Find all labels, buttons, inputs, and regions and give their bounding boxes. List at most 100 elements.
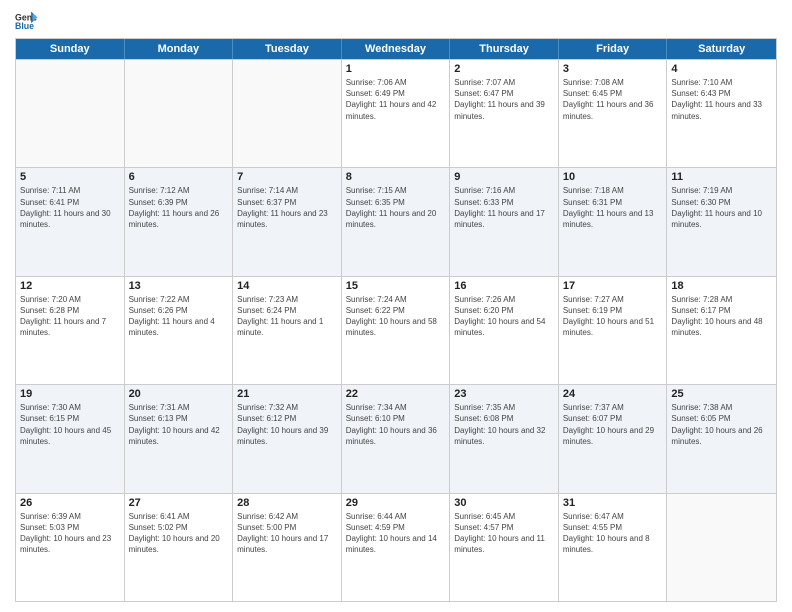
day-info: Sunrise: 7:34 AM Sunset: 6:10 PM Dayligh… bbox=[346, 402, 446, 447]
calendar-day-21: 21 Sunrise: 7:32 AM Sunset: 6:12 PM Dayli… bbox=[233, 385, 342, 492]
day-number: 3 bbox=[563, 63, 663, 75]
day-info: Sunrise: 6:39 AM Sunset: 5:03 PM Dayligh… bbox=[20, 511, 120, 556]
calendar-day-15: 15 Sunrise: 7:24 AM Sunset: 6:22 PM Dayli… bbox=[342, 277, 451, 384]
day-info: Sunrise: 7:35 AM Sunset: 6:08 PM Dayligh… bbox=[454, 402, 554, 447]
calendar-day-29: 29 Sunrise: 6:44 AM Sunset: 4:59 PM Dayli… bbox=[342, 494, 451, 601]
day-info: Sunrise: 7:07 AM Sunset: 6:47 PM Dayligh… bbox=[454, 77, 554, 122]
day-info: Sunrise: 7:20 AM Sunset: 6:28 PM Dayligh… bbox=[20, 294, 120, 339]
calendar-week-1: 5 Sunrise: 7:11 AM Sunset: 6:41 PM Daylig… bbox=[16, 167, 776, 275]
calendar-day-23: 23Sunrise: 7:35 AM Sunset: 6:08 PM Dayli… bbox=[450, 385, 559, 492]
day-info: Sunrise: 7:18 AM Sunset: 6:31 PM Dayligh… bbox=[563, 185, 663, 230]
day-number: 2 bbox=[454, 63, 554, 75]
day-header-sunday: Sunday bbox=[16, 39, 125, 59]
calendar-day-22: 22 Sunrise: 7:34 AM Sunset: 6:10 PM Dayli… bbox=[342, 385, 451, 492]
day-header-wednesday: Wednesday bbox=[342, 39, 451, 59]
calendar-day-empty bbox=[16, 60, 125, 167]
day-number: 14 bbox=[237, 280, 337, 292]
calendar-day-12: 12 Sunrise: 7:20 AM Sunset: 6:28 PM Dayli… bbox=[16, 277, 125, 384]
calendar-day-7: 7 Sunrise: 7:14 AM Sunset: 6:37 PM Daylig… bbox=[233, 168, 342, 275]
calendar-day-10: 10Sunrise: 7:18 AM Sunset: 6:31 PM Dayli… bbox=[559, 168, 668, 275]
day-number: 24 bbox=[563, 388, 663, 400]
calendar-day-31: 31 Sunrise: 6:47 AM Sunset: 4:55 PM Dayli… bbox=[559, 494, 668, 601]
calendar-body: 1 Sunrise: 7:06 AM Sunset: 6:49 PM Daylig… bbox=[16, 59, 776, 601]
calendar-day-5: 5 Sunrise: 7:11 AM Sunset: 6:41 PM Daylig… bbox=[16, 168, 125, 275]
day-info: Sunrise: 7:19 AM Sunset: 6:30 PM Dayligh… bbox=[671, 185, 772, 230]
day-number: 4 bbox=[671, 63, 772, 75]
day-info: Sunrise: 7:37 AM Sunset: 6:07 PM Dayligh… bbox=[563, 402, 663, 447]
day-header-saturday: Saturday bbox=[667, 39, 776, 59]
day-info: Sunrise: 6:41 AM Sunset: 5:02 PM Dayligh… bbox=[129, 511, 229, 556]
calendar-day-25: 25 Sunrise: 7:38 AM Sunset: 6:05 PM Dayli… bbox=[667, 385, 776, 492]
day-info: Sunrise: 7:08 AM Sunset: 6:45 PM Dayligh… bbox=[563, 77, 663, 122]
day-info: Sunrise: 6:44 AM Sunset: 4:59 PM Dayligh… bbox=[346, 511, 446, 556]
day-number: 17 bbox=[563, 280, 663, 292]
calendar-day-16: 16 Sunrise: 7:26 AM Sunset: 6:20 PM Dayli… bbox=[450, 277, 559, 384]
calendar-day-18: 18Sunrise: 7:28 AM Sunset: 6:17 PM Dayli… bbox=[667, 277, 776, 384]
calendar-day-9: 9 Sunrise: 7:16 AM Sunset: 6:33 PM Daylig… bbox=[450, 168, 559, 275]
day-info: Sunrise: 7:12 AM Sunset: 6:39 PM Dayligh… bbox=[129, 185, 229, 230]
day-info: Sunrise: 7:24 AM Sunset: 6:22 PM Dayligh… bbox=[346, 294, 446, 339]
calendar-header: SundayMondayTuesdayWednesdayThursdayFrid… bbox=[16, 39, 776, 59]
day-number: 25 bbox=[671, 388, 772, 400]
day-number: 5 bbox=[20, 171, 120, 183]
day-number: 7 bbox=[237, 171, 337, 183]
calendar-day-17: 17 Sunrise: 7:27 AM Sunset: 6:19 PM Dayli… bbox=[559, 277, 668, 384]
day-number: 13 bbox=[129, 280, 229, 292]
day-info: Sunrise: 7:10 AM Sunset: 6:43 PM Dayligh… bbox=[671, 77, 772, 122]
day-number: 6 bbox=[129, 171, 229, 183]
day-number: 21 bbox=[237, 388, 337, 400]
calendar-day-3: 3 Sunrise: 7:08 AM Sunset: 6:45 PM Daylig… bbox=[559, 60, 668, 167]
day-info: Sunrise: 7:06 AM Sunset: 6:49 PM Dayligh… bbox=[346, 77, 446, 122]
day-info: Sunrise: 7:32 AM Sunset: 6:12 PM Dayligh… bbox=[237, 402, 337, 447]
logo-icon: General Blue bbox=[15, 10, 37, 32]
calendar-day-empty bbox=[667, 494, 776, 601]
day-number: 20 bbox=[129, 388, 229, 400]
calendar-day-empty bbox=[233, 60, 342, 167]
day-number: 9 bbox=[454, 171, 554, 183]
day-info: Sunrise: 7:15 AM Sunset: 6:35 PM Dayligh… bbox=[346, 185, 446, 230]
calendar-day-19: 19 Sunrise: 7:30 AM Sunset: 6:15 PM Dayli… bbox=[16, 385, 125, 492]
day-number: 27 bbox=[129, 497, 229, 509]
day-info: Sunrise: 7:30 AM Sunset: 6:15 PM Dayligh… bbox=[20, 402, 120, 447]
day-info: Sunrise: 7:11 AM Sunset: 6:41 PM Dayligh… bbox=[20, 185, 120, 230]
day-info: Sunrise: 6:47 AM Sunset: 4:55 PM Dayligh… bbox=[563, 511, 663, 556]
day-number: 26 bbox=[20, 497, 120, 509]
day-number: 19 bbox=[20, 388, 120, 400]
calendar-day-28: 28Sunrise: 6:42 AM Sunset: 5:00 PM Dayli… bbox=[233, 494, 342, 601]
day-info: Sunrise: 7:26 AM Sunset: 6:20 PM Dayligh… bbox=[454, 294, 554, 339]
calendar-day-24: 24 Sunrise: 7:37 AM Sunset: 6:07 PM Dayli… bbox=[559, 385, 668, 492]
day-info: Sunrise: 7:14 AM Sunset: 6:37 PM Dayligh… bbox=[237, 185, 337, 230]
day-number: 12 bbox=[20, 280, 120, 292]
day-info: Sunrise: 7:27 AM Sunset: 6:19 PM Dayligh… bbox=[563, 294, 663, 339]
day-header-thursday: Thursday bbox=[450, 39, 559, 59]
calendar-day-27: 27 Sunrise: 6:41 AM Sunset: 5:02 PM Dayli… bbox=[125, 494, 234, 601]
day-number: 15 bbox=[346, 280, 446, 292]
day-header-tuesday: Tuesday bbox=[233, 39, 342, 59]
calendar-day-2: 2 Sunrise: 7:07 AM Sunset: 6:47 PM Daylig… bbox=[450, 60, 559, 167]
day-info: Sunrise: 7:16 AM Sunset: 6:33 PM Dayligh… bbox=[454, 185, 554, 230]
day-number: 16 bbox=[454, 280, 554, 292]
calendar-week-0: 1 Sunrise: 7:06 AM Sunset: 6:49 PM Daylig… bbox=[16, 59, 776, 167]
calendar-day-4: 4 Sunrise: 7:10 AM Sunset: 6:43 PM Daylig… bbox=[667, 60, 776, 167]
day-info: Sunrise: 7:31 AM Sunset: 6:13 PM Dayligh… bbox=[129, 402, 229, 447]
day-header-monday: Monday bbox=[125, 39, 234, 59]
calendar-day-14: 14Sunrise: 7:23 AM Sunset: 6:24 PM Dayli… bbox=[233, 277, 342, 384]
calendar-day-26: 26 Sunrise: 6:39 AM Sunset: 5:03 PM Dayli… bbox=[16, 494, 125, 601]
day-number: 29 bbox=[346, 497, 446, 509]
page-header: General Blue bbox=[15, 10, 777, 32]
day-number: 11 bbox=[671, 171, 772, 183]
day-number: 22 bbox=[346, 388, 446, 400]
calendar-day-11: 11 Sunrise: 7:19 AM Sunset: 6:30 PM Dayli… bbox=[667, 168, 776, 275]
calendar-day-empty bbox=[125, 60, 234, 167]
calendar-week-2: 12 Sunrise: 7:20 AM Sunset: 6:28 PM Dayli… bbox=[16, 276, 776, 384]
day-info: Sunrise: 6:45 AM Sunset: 4:57 PM Dayligh… bbox=[454, 511, 554, 556]
day-number: 8 bbox=[346, 171, 446, 183]
day-number: 31 bbox=[563, 497, 663, 509]
calendar-day-1: 1 Sunrise: 7:06 AM Sunset: 6:49 PM Daylig… bbox=[342, 60, 451, 167]
calendar-day-8: 8 Sunrise: 7:15 AM Sunset: 6:35 PM Daylig… bbox=[342, 168, 451, 275]
calendar-day-20: 20 Sunrise: 7:31 AM Sunset: 6:13 PM Dayli… bbox=[125, 385, 234, 492]
calendar: SundayMondayTuesdayWednesdayThursdayFrid… bbox=[15, 38, 777, 602]
day-info: Sunrise: 7:38 AM Sunset: 6:05 PM Dayligh… bbox=[671, 402, 772, 447]
day-number: 1 bbox=[346, 63, 446, 75]
logo: General Blue bbox=[15, 10, 41, 32]
